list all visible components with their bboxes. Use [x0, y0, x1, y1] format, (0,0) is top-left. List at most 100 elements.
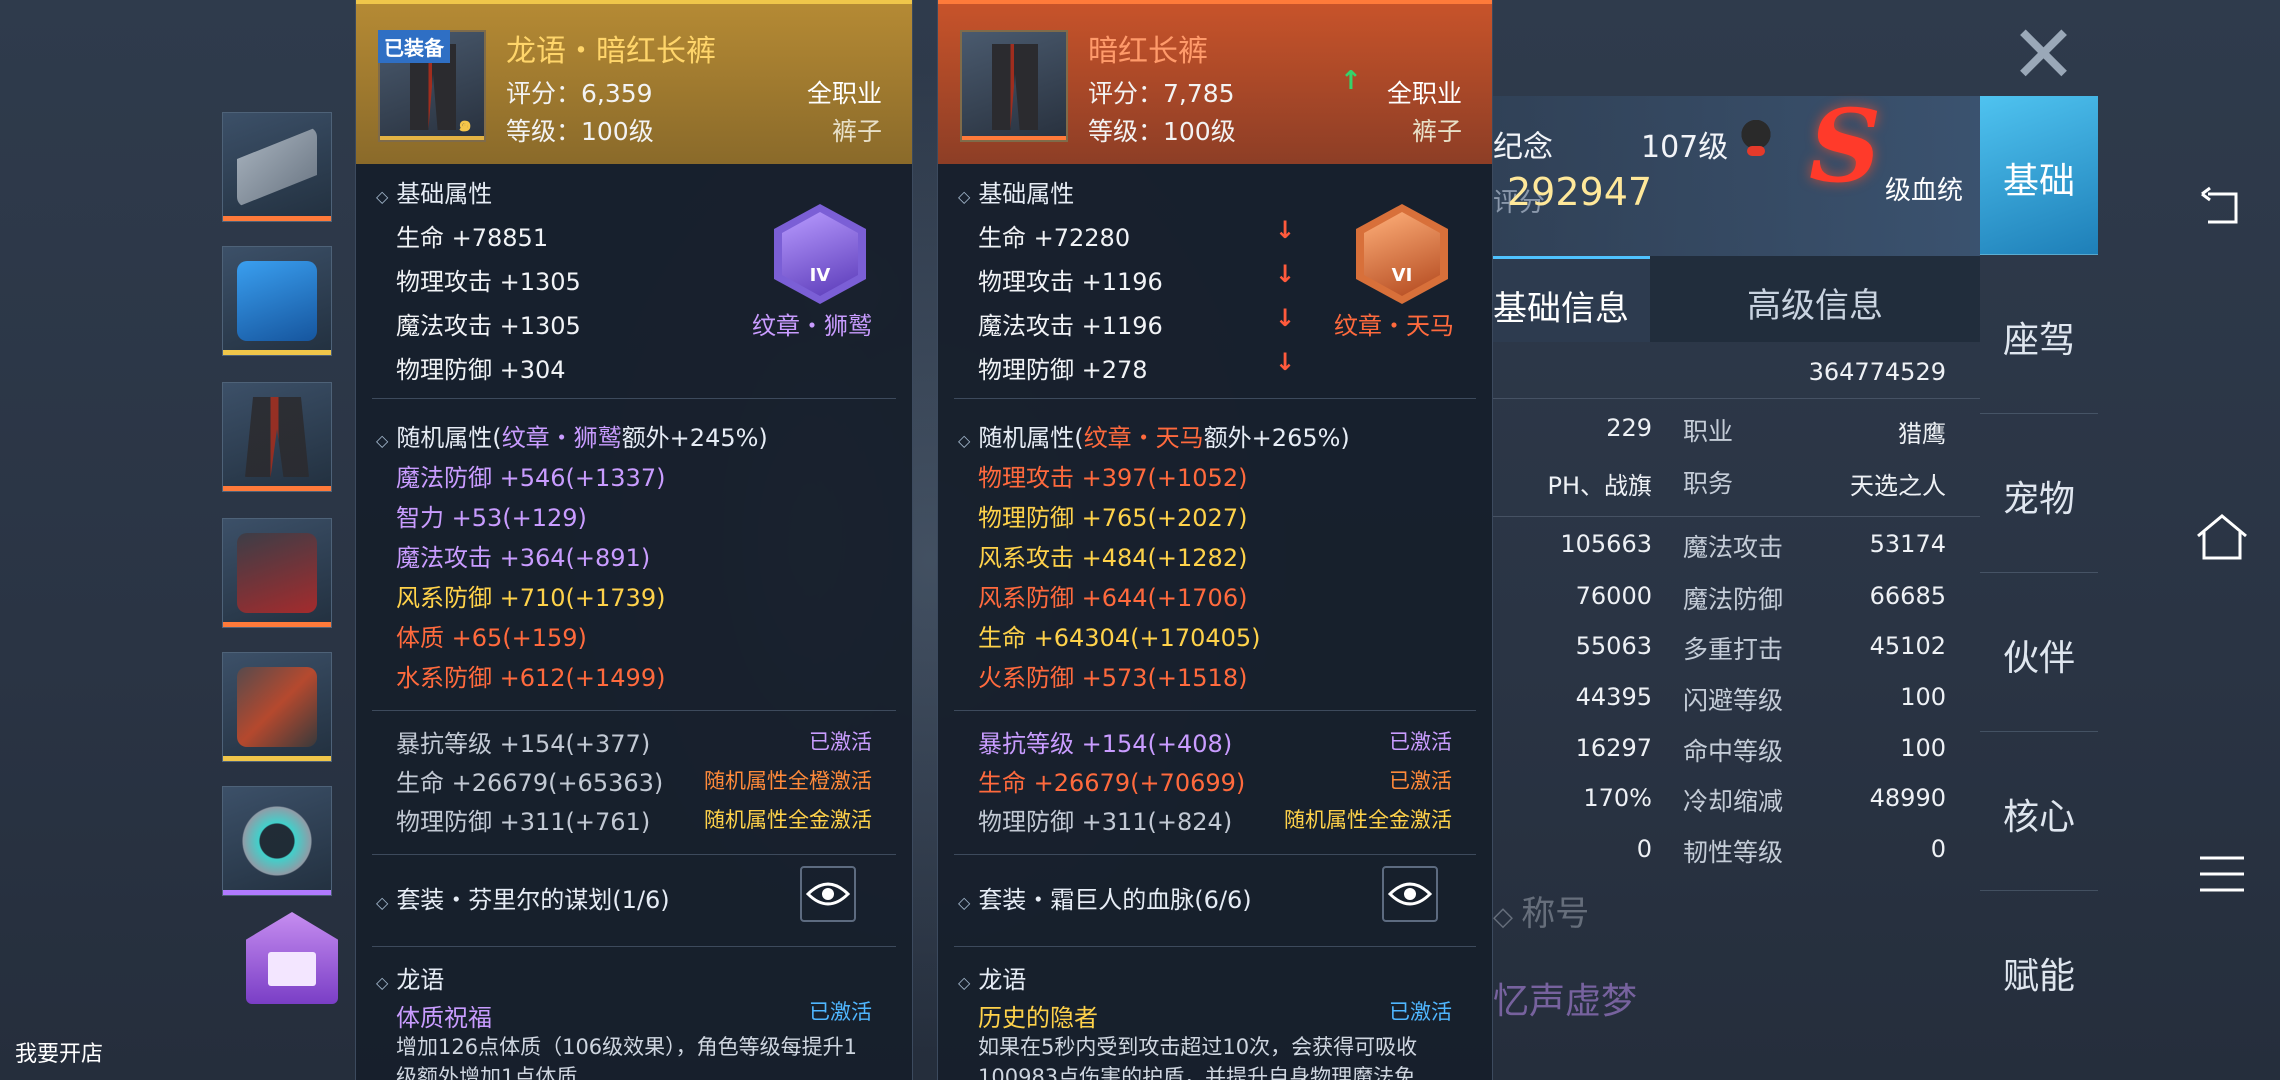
set-preview-button[interactable]	[800, 866, 856, 922]
base-stat: 魔法攻击 +1305	[396, 312, 581, 340]
menu-item-empower[interactable]: 赋能	[1980, 891, 2098, 1050]
info-stat-value: 76000	[1575, 582, 1652, 610]
slot-ring[interactable]	[222, 786, 332, 896]
bloodline-grade-icon: S	[1809, 87, 1882, 205]
tooltip-header: 暗红长裤 评分：7,785 等级：100级 ↑ 全职业 裤子	[938, 0, 1492, 164]
info-stat-label: 冷却缩减	[1683, 787, 1784, 816]
close-button[interactable]: ✕	[1980, 0, 2098, 101]
random-stat: 生命 +64304(+170405)	[978, 624, 1261, 652]
extra-stat-status: 随机属性全金激活	[1284, 808, 1452, 832]
dream-label: 忆声虚梦	[1493, 981, 1638, 1022]
item-title: 龙语・暗红长裤	[506, 34, 716, 69]
item-score: 评分：7,785	[1088, 79, 1235, 108]
info-stat-label: 韧性等级	[1683, 838, 1784, 867]
dragon-title: ◇ 龙语	[958, 966, 1027, 994]
menu-item-partner[interactable]: 伙伴	[1980, 573, 2098, 732]
pants-icon	[245, 397, 309, 477]
dragon-status: 已激活	[1389, 1000, 1452, 1024]
player-level: 107级	[1641, 130, 1729, 165]
slot-gloves[interactable]	[222, 652, 332, 762]
info-stat-value: 48990	[1869, 784, 1946, 812]
info-stat-label: 职业	[1683, 417, 1734, 446]
item-level: 等级：100级	[506, 117, 654, 146]
jacket-icon	[237, 261, 317, 341]
weapon-icon	[237, 127, 317, 207]
menu-item-mount[interactable]: 座驾	[1980, 255, 2098, 414]
item-job: 全职业	[1386, 79, 1462, 108]
menu-item-pet[interactable]: 宠物	[1980, 414, 2098, 573]
gloves-icon	[237, 667, 317, 747]
base-stat: 物理防御 +278	[978, 356, 1148, 384]
random-stat: 魔法攻击 +364(+891)	[396, 544, 651, 572]
info-stat-value: 55063	[1575, 632, 1652, 660]
extra-stat: 暴抗等级 +154(+408)	[978, 730, 1233, 758]
character-info-panel: 纪念 107级 评分 292947 S 级血统 基础信息 高级信息 364774…	[1493, 0, 1980, 1080]
item-title: 暗红长裤	[1088, 34, 1208, 69]
info-stat-value: 0	[1930, 835, 1946, 863]
ring-icon	[237, 801, 317, 881]
dragon-name: 体质祝福	[396, 1004, 492, 1032]
info-stat-value: 天选之人	[1850, 472, 1946, 500]
tab-advanced-info[interactable]: 高级信息	[1650, 256, 1980, 342]
info-stat-value: 44395	[1575, 683, 1652, 711]
down-arrow-icon: ↓	[1275, 216, 1296, 244]
info-stat-value: 66685	[1869, 582, 1946, 610]
set-title: ◇ 套装・芬里尔的谋划(1/6)	[376, 886, 670, 914]
base-attr-title: ◇ 基础属性	[958, 180, 1075, 208]
random-stat: 智力 +53(+129)	[396, 504, 587, 532]
random-stat: 物理防御 +765(+2027)	[978, 504, 1248, 532]
base-stat: 魔法攻击 +1196	[978, 312, 1163, 340]
info-stat-label: 多重打击	[1683, 635, 1784, 664]
title-row: ◇ 称号	[1493, 894, 1590, 934]
info-stat-value: 105663	[1560, 530, 1652, 558]
system-nav-bar	[2160, 0, 2280, 1080]
bloodline-label: 级血统	[1885, 176, 1964, 206]
menu-item-basic[interactable]: 基础	[1980, 96, 2098, 255]
menu-item-core[interactable]: 核心	[1980, 732, 2098, 891]
dragon-desc: 增加126点体质（106级效果），角色等级每提升1级额外增加1点体质	[396, 1035, 858, 1080]
compare-item-tooltip: 暗红长裤 评分：7,785 等级：100级 ↑ 全职业 裤子 ◇ 基础属性 生命 …	[937, 0, 1493, 1080]
info-stat-value: 100	[1900, 734, 1946, 762]
back-icon[interactable]	[2194, 180, 2250, 236]
random-stat: 火系防御 +573(+1518)	[978, 664, 1248, 692]
extra-stat-status: 已激活	[809, 730, 872, 754]
item-level: 等级：100级	[1088, 117, 1236, 146]
extra-stat: 生命 +26679(+65363)	[396, 769, 664, 797]
random-stat: 风系攻击 +484(+1282)	[978, 544, 1248, 572]
tooltip-header: ๑ 已装备 龙语・暗红长裤 评分：6,359 等级：100级 全职业 裤子	[356, 0, 912, 164]
info-stat-label: 魔法防御	[1683, 585, 1784, 614]
set-preview-button[interactable]	[1382, 866, 1438, 922]
base-stat: 物理攻击 +1196	[978, 268, 1163, 296]
slot-boots[interactable]	[222, 518, 332, 628]
info-stat-label: 职务	[1683, 469, 1734, 498]
extra-stat-status: 随机属性全橙激活	[704, 769, 872, 793]
slot-pants[interactable]	[222, 382, 332, 492]
slot-chest[interactable]	[222, 246, 332, 356]
dragon-title: ◇ 龙语	[376, 966, 445, 994]
shop-icon	[246, 912, 338, 1004]
random-stat: 魔法防御 +546(+1337)	[396, 464, 666, 492]
info-stat-value: 53174	[1869, 530, 1946, 558]
boots-icon	[237, 533, 317, 613]
extra-stat: 物理防御 +311(+824)	[978, 808, 1233, 836]
info-stat-label: 闪避等级	[1683, 686, 1784, 715]
info-stat-value: PH、战旗	[1547, 472, 1652, 500]
base-stat: 生命 +78851	[396, 224, 549, 252]
home-icon[interactable]	[2194, 510, 2250, 566]
emblem-pegasus-icon: VI	[1356, 204, 1448, 304]
open-shop-button[interactable]	[232, 912, 350, 1022]
info-stat-value: 170%	[1583, 784, 1652, 812]
item-thumbnail	[960, 30, 1068, 142]
item-slot: 裤子	[1411, 117, 1462, 146]
open-shop-label: 我要开店	[14, 1042, 103, 1067]
down-arrow-icon: ↓	[1275, 260, 1296, 288]
extra-stat-status: 已激活	[1389, 769, 1452, 793]
info-stat-value: 16297	[1575, 734, 1652, 762]
emblem-name: 纹章・狮鹫	[752, 312, 872, 340]
menu-icon[interactable]	[2194, 846, 2250, 902]
base-stat: 生命 +72280	[978, 224, 1131, 252]
set-title: ◇ 套装・霜巨人的血脉(6/6)	[958, 886, 1252, 914]
emblem-griffin-icon: IV	[774, 204, 866, 304]
slot-weapon[interactable]	[222, 112, 332, 222]
tab-basic-info[interactable]: 基础信息	[1493, 256, 1650, 342]
